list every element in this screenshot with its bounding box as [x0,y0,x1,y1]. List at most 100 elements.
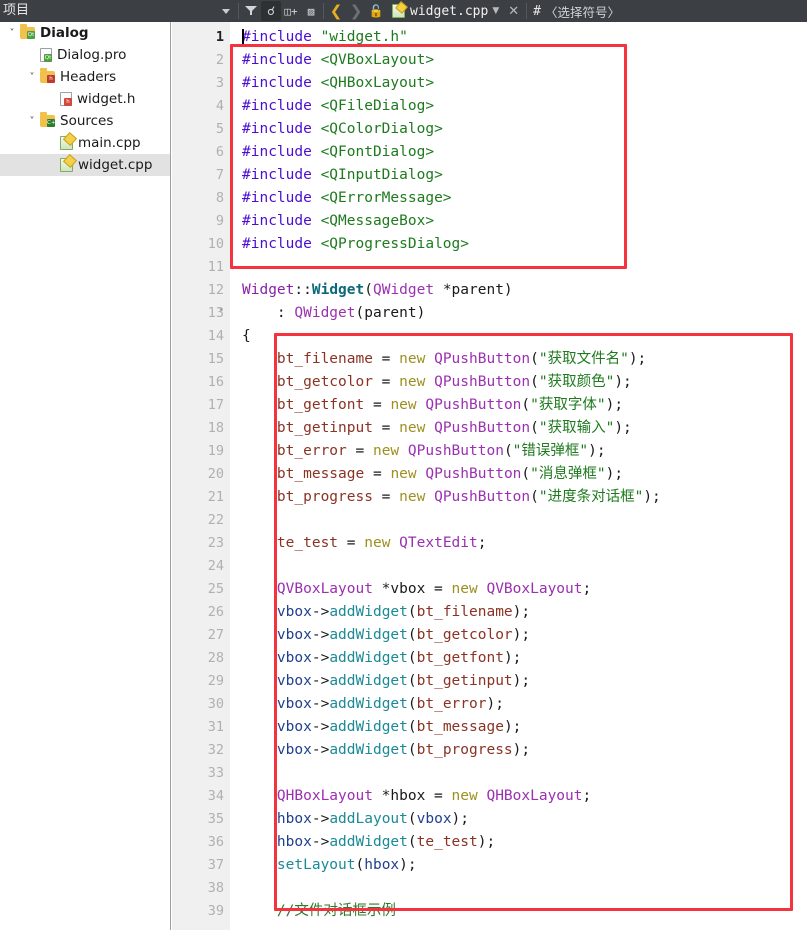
line-number: 24 [207,558,224,574]
open-file-tab[interactable]: widget.cpp [386,4,488,19]
tree-item-sources[interactable]: ˅ C+ Sources [0,110,170,132]
code-line[interactable]: hbox->addLayout(vbox); [242,808,469,831]
code-token: QPushButton [434,374,531,390]
code-line[interactable]: vbox->addWidget(bt_progress); [242,739,530,762]
code-line[interactable]: QVBoxLayout *vbox = new QVBoxLayout; [242,578,591,601]
code-line[interactable]: hbox->addWidget(te_test); [242,831,495,854]
code-token: vbox [276,627,312,643]
line-number: 6 [215,144,224,160]
chevron-down-icon[interactable]: ˅ [4,28,20,39]
chevron-down-icon[interactable] [216,1,236,21]
code-line[interactable]: bt_getcolor = new QPushButton("获取颜色"); [242,371,632,394]
tree-item-dialog-pro[interactable]: Qt Dialog.pro [0,44,170,66]
code-token: ); [614,420,632,436]
tab-dropdown-chevron-down-icon[interactable]: ▼ [488,6,503,16]
tree-item-label: widget.h [77,91,136,107]
code-text-area[interactable]: #include "widget.h" #include <QVBoxLayout… [230,22,807,930]
tree-item-dialog[interactable]: ˅ Qt Dialog [0,22,170,44]
code-line[interactable] [242,555,251,578]
close-icon[interactable]: ✕ [503,4,524,19]
code-token: <QVBoxLayout> [320,52,435,68]
code-line[interactable]: #include <QFileDialog> [242,95,434,118]
code-line[interactable]: #include <QHBoxLayout> [242,72,434,95]
code-line[interactable] [242,256,251,279]
line-number: 20 [207,466,224,482]
code-token: "widget.h" [320,29,408,45]
code-line[interactable]: vbox->addWidget(bt_message); [242,716,521,739]
filter-icon[interactable] [241,1,261,21]
sidebar-toggle-icon[interactable]: ▨ [301,1,321,21]
code-fold-chevron-down-icon[interactable]: ˅ [214,302,228,325]
code-line[interactable]: #include <QFontDialog> [242,141,434,164]
tree-item-main-cpp[interactable]: main.cpp [0,132,170,154]
symbol-selector[interactable]: 〈选择符号〉 [545,2,620,21]
code-line[interactable] [242,762,251,785]
code-token: QPushButton [434,489,531,505]
tree-item-widget-h[interactable]: h widget.h [0,88,170,110]
project-selector-label[interactable]: 项目 [0,0,29,22]
code-token: ( [503,443,513,459]
code-line[interactable]: #include <QMessageBox> [242,210,434,233]
code-token: hbox [276,834,312,850]
code-line[interactable]: bt_filename = new QPushButton("获取文件名"); [242,348,646,371]
code-line[interactable]: bt_error = new QPushButton("错误弹框"); [242,440,606,463]
tree-item-label: Dialog [40,25,89,41]
line-number: 37 [207,857,224,873]
code-line[interactable]: #include <QInputDialog> [242,164,443,187]
code-token: vbox [276,719,312,735]
code-token: ); [512,604,531,620]
code-line[interactable]: { [242,325,251,348]
code-token: QPushButton [407,443,504,459]
code-line[interactable]: vbox->addWidget(bt_getfont); [242,647,521,670]
code-line[interactable]: : QWidget(parent) [242,302,425,325]
code-line[interactable]: bt_getfont = new QPushButton("获取字体"); [242,394,623,417]
code-line[interactable]: vbox->addWidget(bt_filename); [242,601,530,624]
chevron-down-icon[interactable]: ˅ [24,72,40,83]
code-line[interactable] [242,509,251,532]
link-icon[interactable]: ☌ [261,1,282,21]
tree-item-widget-cpp[interactable]: widget.cpp [0,154,170,176]
code-line[interactable]: #include <QProgressDialog> [242,233,469,256]
code-editor[interactable]: 1 2 3 4 5 6 7 8 9 10 11 12 13 ˅ 14 15 16 17 18 19 20 21 22 23 24… [172,22,807,930]
chevron-down-icon[interactable]: ˅ [24,116,40,127]
code-line[interactable]: #include "widget.h" [242,26,408,49]
code-line[interactable]: Widget::Widget(QWidget *parent) [242,279,513,302]
code-token: ); [628,351,647,367]
code-token: <QErrorMessage> [320,190,452,206]
code-token: QPushButton [434,351,531,367]
code-line[interactable]: vbox->addWidget(bt_error); [242,693,504,716]
code-line[interactable]: bt_getinput = new QPushButton("获取输入"); [242,417,632,440]
line-number: 38 [207,880,224,896]
code-token: addWidget [329,604,408,620]
code-token: ); [588,443,606,459]
unlock-icon[interactable]: 🔓 [366,1,386,21]
code-line[interactable]: te_test = new QTextEdit; [242,532,487,555]
code-line[interactable]: //文件对话框示例 [242,900,396,923]
split-view-icon[interactable]: ◫+ [281,1,301,21]
chevron-left-icon[interactable]: ❮ [326,1,346,21]
code-token: new [399,420,426,436]
code-line[interactable]: QHBoxLayout *hbox = new QHBoxLayout; [242,785,591,808]
code-line[interactable]: setLayout(hbox); [242,854,417,877]
code-token: addWidget [329,719,408,735]
tree-item-label: Dialog.pro [57,47,127,63]
code-line[interactable]: #include <QColorDialog> [242,118,443,141]
code-line[interactable]: #include <QVBoxLayout> [242,49,434,72]
code-line[interactable] [242,877,251,900]
code-token: hbox [364,857,400,873]
line-number: 22 [207,512,224,528]
code-token: = [372,489,400,505]
chevron-right-icon[interactable]: ❯ [346,1,366,21]
code-line[interactable]: vbox->addWidget(bt_getcolor); [242,624,530,647]
code-line[interactable]: bt_progress = new QPushButton("进度条对话框"); [242,486,661,509]
code-line[interactable]: bt_message = new QPushButton("消息弹框"); [242,463,623,486]
code-line[interactable]: vbox->addWidget(bt_getinput); [242,670,530,693]
tree-item-headers[interactable]: ˅ h Headers [0,66,170,88]
code-line[interactable]: #include <QErrorMessage> [242,187,452,210]
